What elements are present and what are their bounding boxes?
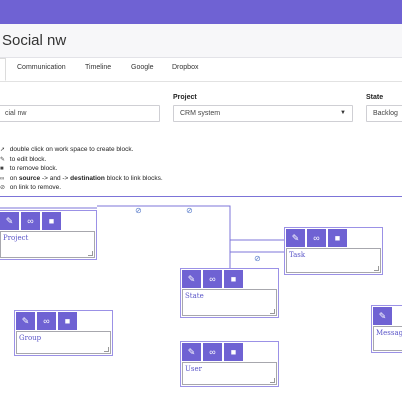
edit-block-button[interactable]: ✎ (182, 270, 201, 288)
link-block-button[interactable]: ∞ (307, 229, 326, 247)
edit-block-button[interactable]: ✎ (182, 343, 201, 361)
resize-handle[interactable] (104, 347, 109, 352)
link-block-button[interactable]: ∞ (203, 270, 222, 288)
edit-icon: ✎ (187, 273, 196, 284)
resize-handle[interactable] (88, 251, 93, 256)
block-label: Message (376, 329, 402, 337)
block-label: Project (3, 234, 29, 242)
top-navbar (0, 0, 402, 24)
tab-dropbox[interactable]: Dropbox (172, 64, 198, 71)
tab-active[interactable] (0, 58, 6, 81)
resize-handle[interactable] (270, 309, 275, 314)
block-body[interactable]: Project (0, 231, 95, 258)
help-instructions: ➚ double click on work space to create b… (0, 145, 163, 193)
edit-icon: ✎ (5, 215, 14, 226)
unlink-icon[interactable]: ⊘ (135, 207, 142, 215)
tab-bar: Communication Timeline Google Dropbox (0, 58, 402, 82)
edit-block-button[interactable]: ✎ (286, 229, 305, 247)
block-user[interactable]: ✎ ∞ ■ User (180, 341, 279, 387)
resize-handle[interactable] (374, 266, 379, 271)
block-body[interactable]: User (182, 362, 277, 385)
block-label: Task (289, 251, 306, 259)
workspace-divider (0, 196, 402, 197)
link-icon: ∞ (43, 316, 50, 326)
block-body[interactable]: Task (286, 248, 381, 273)
unlink-icon[interactable]: ⊘ (186, 207, 193, 215)
edit-block-button[interactable]: ✎ (0, 212, 19, 230)
state-select[interactable]: Backlog (366, 105, 402, 122)
trash-icon: ■ (230, 274, 237, 284)
remove-block-button[interactable]: ■ (58, 312, 77, 330)
block-state[interactable]: ✎ ∞ ■ State (180, 268, 279, 318)
link-block-button[interactable]: ∞ (21, 212, 40, 230)
block-body[interactable]: State (182, 289, 277, 316)
block-message[interactable]: ✎ Message (371, 305, 402, 353)
project-select[interactable]: CRM system ▼ (173, 105, 353, 122)
block-task[interactable]: ✎ ∞ ■ Task (284, 227, 383, 275)
remove-block-button[interactable]: ■ (224, 343, 243, 361)
link-block-button[interactable]: ∞ (203, 343, 222, 361)
remove-block-button[interactable]: ■ (224, 270, 243, 288)
name-input[interactable]: cial nw (0, 105, 160, 122)
tab-timeline[interactable]: Timeline (85, 64, 111, 71)
edit-icon: ✎ (378, 310, 387, 321)
project-label: Project (173, 94, 197, 101)
project-select-value: CRM system (180, 110, 221, 117)
remove-block-button[interactable]: ■ (328, 229, 347, 247)
trash-icon: ■ (230, 347, 237, 357)
help-line-edit: ✎ to edit block. (0, 155, 163, 165)
tab-communication[interactable]: Communication (17, 64, 66, 71)
trash-icon: ■ (64, 316, 71, 326)
unlink-icon[interactable]: ⊘ (254, 255, 261, 263)
edit-icon: ✎ (291, 232, 300, 243)
state-label: State (366, 94, 384, 101)
link-icon: ∞ (27, 216, 34, 226)
help-line-remove: ■ to remove block. (0, 164, 163, 174)
link-icon: ∞ (209, 274, 216, 284)
link-icon: ∞ (313, 233, 320, 243)
block-label: State (185, 292, 204, 300)
unlink-icon: ⊘ (0, 185, 6, 191)
chevron-down-icon: ▼ (340, 110, 346, 116)
help-line-link: ∞ on source -> and -> destination block … (0, 174, 163, 184)
block-body[interactable]: Message (373, 326, 402, 351)
trash-icon: ■ (48, 216, 55, 226)
edit-icon: ✎ (21, 315, 30, 326)
resize-handle[interactable] (270, 378, 275, 383)
block-group[interactable]: ✎ ∞ ■ Group (14, 310, 113, 356)
trash-icon: ■ (334, 233, 341, 243)
title-bar: Social nw (0, 24, 402, 58)
tab-google[interactable]: Google (131, 64, 154, 71)
block-project[interactable]: ✎ ∞ ■ Project (0, 210, 97, 260)
block-body[interactable]: Group (16, 331, 111, 354)
page-title: Social nw (2, 32, 67, 49)
help-line-create: ➚ double click on work space to create b… (0, 145, 163, 155)
edit-icon: ✎ (187, 346, 196, 357)
block-label: Group (19, 334, 42, 342)
help-line-unlink: ⊘ on link to remove. (0, 183, 163, 193)
block-label: User (185, 365, 202, 373)
edit-block-button[interactable]: ✎ (16, 312, 35, 330)
link-line-project-state (97, 205, 231, 268)
link-icon: ∞ (209, 347, 216, 357)
remove-block-button[interactable]: ■ (42, 212, 61, 230)
edit-block-button[interactable]: ✎ (373, 307, 392, 325)
link-block-button[interactable]: ∞ (37, 312, 56, 330)
